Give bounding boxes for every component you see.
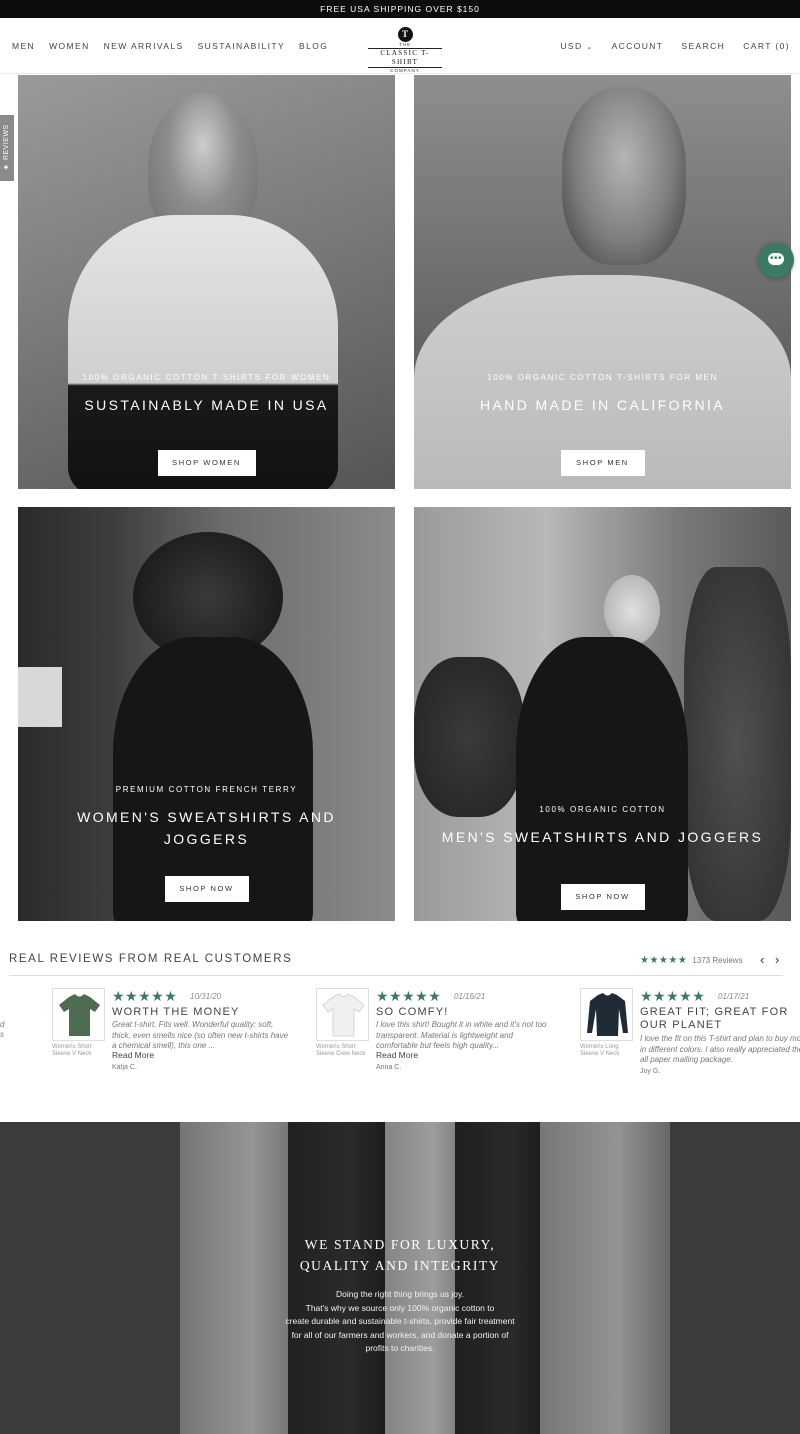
reviews-side-tab[interactable]: ★ REVIEWS [0, 115, 14, 181]
site-header: MEN WOMEN NEW ARRIVALS SUSTAINABILITY BL… [0, 18, 800, 74]
announcement-bar: FREE USA SHIPPING OVER $150 [0, 0, 800, 18]
lamp-shade [18, 667, 62, 727]
chevron-right-icon[interactable]: › [775, 952, 779, 967]
product-name: Womens Short Sleeve Crew Neck [316, 1044, 366, 1057]
shop-men-button[interactable]: SHOP MEN [560, 450, 645, 476]
review-card: Womens Long Sleeve V Neck ★★★★★ 01/17/21… [580, 988, 800, 1088]
logo-bottom-text: COMPANY [390, 68, 420, 73]
chat-dots: ••• [770, 253, 783, 264]
review-stars-icon: ★★★★★ [112, 988, 178, 1004]
review-date: 10/31/20 [190, 992, 222, 1001]
review-body: Great t-shirt. Fits well. Wonderful qual… [112, 1020, 289, 1050]
currency-label: USD [560, 41, 583, 51]
announcement-text: FREE USA SHIPPING OVER $150 [320, 4, 480, 14]
review-stars-icon: ★★★★★ [376, 988, 442, 1004]
tile-content: PREMIUM COTTON FRENCH TERRY WOMEN'S SWEA… [18, 785, 395, 902]
review-card: Womens Short Sleeve V Neck ★★★★★ 10/31/2… [52, 988, 302, 1088]
mission-text: Doing the right thing brings us joy. Tha… [250, 1288, 550, 1356]
shop-men-sweatshirts-button[interactable]: SHOP NOW [560, 884, 645, 910]
plants [414, 657, 524, 817]
review-card: Womens Short Sleeve Crew Neck ★★★★★ 01/1… [316, 988, 566, 1088]
shop-women-sweatshirts-button[interactable]: SHOP NOW [164, 876, 249, 902]
review-body: I love the fit on this T-shirt and plan … [640, 1034, 800, 1064]
tile-heading: HAND MADE IN CALIFORNIA [480, 397, 725, 413]
review-date: 01/16/21 [454, 992, 486, 1001]
review-title: WORTH THE MONEY [112, 1006, 240, 1018]
reviewer-name: Joy G. [640, 1068, 661, 1075]
tile-women-tshirts: 100% ORGANIC COTTON T-SHIRTS FOR WOMEN S… [18, 75, 395, 489]
nav-account[interactable]: ACCOUNT [612, 41, 664, 51]
tshirt-icon [322, 993, 365, 1037]
review-count: 1373 Reviews [692, 956, 743, 965]
tile-eyebrow: 100% ORGANIC COTTON [539, 805, 666, 814]
tile-women-sweatshirts: PREMIUM COTTON FRENCH TERRY WOMEN'S SWEA… [18, 507, 395, 921]
mission-text-line: create durable and sustainable t-shirts,… [285, 1316, 515, 1326]
reviewer-name: Katja C. [112, 1064, 137, 1071]
reviewer-name: Anna C. [376, 1064, 402, 1071]
review-title: SO COMFY! [376, 1006, 449, 1018]
logo-mark: T [397, 27, 413, 42]
model-head [562, 87, 686, 265]
product-name: Womens Short Sleeve V Neck [52, 1044, 92, 1057]
review-fragment: ds [0, 1020, 5, 1039]
chat-button[interactable]: ••• [758, 242, 794, 278]
rating-stars-icon: ★★★★★ [640, 955, 688, 966]
utility-nav: USD ⌄ ACCOUNT SEARCH CART (0) [560, 41, 790, 51]
mission-title-line-2: QUALITY AND INTEGRITY [299, 1258, 501, 1273]
nav-search[interactable]: SEARCH [681, 41, 725, 51]
brand-logo[interactable]: T THE CLASSIC T-SHIRT COMPANY [366, 27, 444, 73]
read-more-link[interactable]: Read More [376, 1050, 418, 1060]
chevron-left-icon[interactable]: ‹ [760, 952, 764, 967]
product-name: Womens Long Sleeve V Neck [580, 1044, 620, 1057]
tile-men-sweatshirts: 100% ORGANIC COTTON MEN'S SWEATSHIRTS AN… [414, 507, 791, 921]
nav-blog[interactable]: BLOG [299, 41, 328, 51]
longsleeve-icon [587, 993, 628, 1036]
mission-banner: WE STAND FOR LUXURY, QUALITY AND INTEGRI… [0, 1122, 800, 1434]
reviews-summary[interactable]: ★★★★★ 1373 Reviews [640, 955, 743, 966]
nav-new-arrivals[interactable]: NEW ARRIVALS [104, 41, 184, 51]
tile-content: 100% ORGANIC COTTON MEN'S SWEATSHIRTS AN… [414, 805, 791, 910]
nav-sustainability[interactable]: SUSTAINABILITY [198, 41, 285, 51]
nav-cart[interactable]: CART (0) [743, 41, 790, 51]
product-thumbnail[interactable] [316, 988, 369, 1041]
mission-text-line: Doing the right thing brings us joy. [336, 1289, 464, 1299]
mission-text-line: That's why we source only 100% organic c… [305, 1302, 495, 1313]
product-thumbnail[interactable] [52, 988, 105, 1041]
tile-content: 100% ORGANIC COTTON T-SHIRTS FOR MEN HAN… [414, 373, 791, 476]
review-body: I love this shirt! Bought it in white an… [376, 1020, 547, 1050]
divider [9, 975, 783, 976]
tile-eyebrow: 100% ORGANIC COTTON T-SHIRTS FOR WOMEN [82, 373, 331, 382]
review-stars-icon: ★★★★★ [640, 988, 706, 1004]
tshirt-icon [59, 994, 100, 1036]
nav-women[interactable]: WOMEN [49, 41, 90, 51]
shop-women-button[interactable]: SHOP WOMEN [157, 450, 256, 476]
logo-main-text: CLASSIC T-SHIRT [368, 48, 442, 68]
tile-eyebrow: 100% ORGANIC COTTON T-SHIRTS FOR MEN [487, 373, 718, 382]
tile-heading: WOMEN'S SWEATSHIRTS AND JOGGERS [77, 809, 336, 847]
read-more-link[interactable]: Read More [112, 1050, 154, 1060]
mission-text-line: for all of our farmers and workers, and … [291, 1329, 509, 1340]
product-thumbnail[interactable] [580, 988, 633, 1041]
review-title: GREAT FIT; GREAT FOR OUR PLANET [640, 1006, 789, 1031]
tile-content: 100% ORGANIC COTTON T-SHIRTS FOR WOMEN S… [18, 373, 395, 476]
mission-content: WE STAND FOR LUXURY, QUALITY AND INTEGRI… [250, 1234, 550, 1356]
model-head [604, 575, 660, 645]
review-date: 01/17/21 [718, 992, 750, 1001]
chevron-down-icon: ⌄ [586, 44, 594, 51]
tile-heading: SUSTAINABLY MADE IN USA [84, 397, 329, 413]
tile-eyebrow: PREMIUM COTTON FRENCH TERRY [115, 785, 298, 794]
reviews-heading: REAL REVIEWS FROM REAL CUSTOMERS [9, 953, 293, 965]
main-nav: MEN WOMEN NEW ARRIVALS SUSTAINABILITY BL… [12, 41, 328, 51]
tile-men-tshirts: 100% ORGANIC COTTON T-SHIRTS FOR MEN HAN… [414, 75, 791, 489]
nav-men[interactable]: MEN [12, 41, 35, 51]
mission-text-line: profits to charities. [365, 1343, 435, 1353]
mission-title-line-1: WE STAND FOR LUXURY, [304, 1237, 496, 1252]
currency-select[interactable]: USD ⌄ [560, 41, 593, 51]
tile-heading: MEN'S SWEATSHIRTS AND JOGGERS [441, 829, 764, 845]
